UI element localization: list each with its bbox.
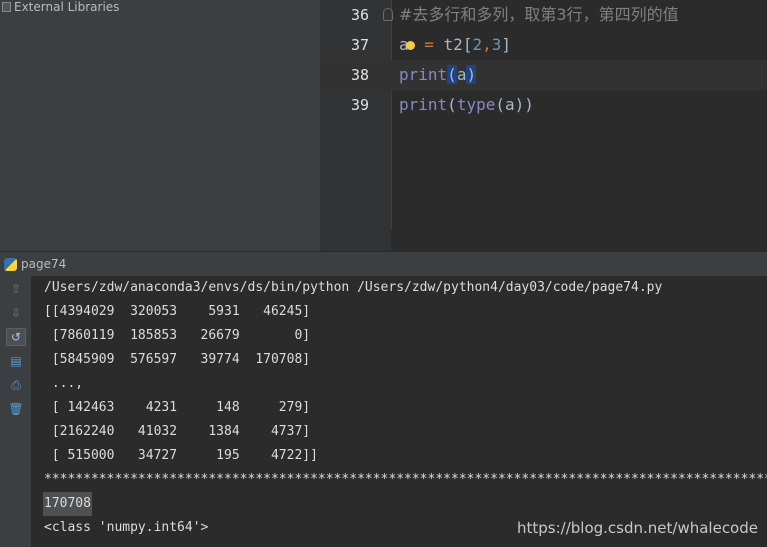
print-icon[interactable]: ⎙ [6,376,26,394]
code-line[interactable]: 37 a = t2[2,3] [321,30,767,60]
soft-wrap-icon[interactable]: ↺ [6,328,26,346]
code-token: ( [447,95,457,114]
console-output-line: ****************************************… [44,472,767,487]
library-icon [2,2,11,12]
project-panel: External Libraries [0,0,321,251]
code-token: type [456,95,496,114]
lightbulb-icon[interactable] [405,41,415,50]
scroll-to-end-icon[interactable]: ▤ [6,352,26,370]
code-text: print(type(a)) [399,90,534,120]
console-output-line: /Users/zdw/anaconda3/envs/ds/bin/python … [44,280,663,295]
line-number: 37 [350,36,369,54]
code-token: ) [466,65,477,84]
trash-icon[interactable]: 🗑 [6,400,26,418]
console-output-line: [7860119 185853 26679 0] [44,328,311,343]
code-token: ] [501,35,512,54]
code-token: print [399,65,448,84]
code-token: , [482,35,492,54]
console-output-line: [ 142463 4231 148 279] [44,400,311,415]
fold-marker-icon[interactable] [383,8,393,21]
code-token: = [414,35,444,54]
up-arrow-icon[interactable]: ⇧ [6,280,26,298]
code-token: t2[ [443,35,473,54]
code-token: #去多行和多列，取第3行，第四列的值 [399,5,679,24]
console-output-line: [[4394029 320053 5931 46245] [44,304,311,319]
python-icon [4,257,17,271]
console-output-line: [5845909 576597 39774 170708] [44,352,311,367]
code-line[interactable]: 39 print(type(a)) [321,90,767,120]
watermark: https://blog.csdn.net/whalecode [517,519,758,537]
console-output-line: [2162240 41032 1384 4737] [44,424,311,439]
console-output-line: ..., [44,376,84,391]
line-number: 36 [350,6,369,24]
code-token: a [456,65,467,84]
code-text: #去多行和多列，取第3行，第四列的值 [399,0,679,30]
code-token: 2 [472,35,483,54]
run-toolbar: ⇧ ⇩ ↺ ▤ ⎙ 🗑 [0,276,31,547]
code-line[interactable]: 38 print(a) [321,60,767,90]
code-text: a = t2[2,3] [399,30,511,60]
code-token: (a)) [495,95,534,114]
code-token: 3 [491,35,502,54]
code-text: print(a) [399,60,477,90]
external-libraries-item[interactable]: External Libraries [0,0,119,14]
run-tab-title[interactable]: page74 [21,257,66,271]
line-number: 38 [350,66,369,84]
run-console-output[interactable]: /Users/zdw/anaconda3/envs/ds/bin/python … [31,276,767,547]
line-number: 39 [350,96,369,114]
code-editor[interactable]: 39 print(type(a)) 38 print(a) 37 a = t2[2,3] 3… [321,0,767,251]
code-token: ( [447,65,457,84]
console-output-line: <class 'numpy.int64'> [44,520,209,535]
console-output-line: 170708 [43,492,92,516]
down-arrow-icon[interactable]: ⇩ [6,304,26,322]
console-output-line: [ 515000 34727 195 4722]] [44,448,318,463]
run-tool-window-header: page74 [0,251,767,276]
top-pane: External Libraries 39 print(type(a)) 38 pri… [0,0,767,251]
code-token: print [399,95,448,114]
external-libraries-label: External Libraries [14,0,120,14]
